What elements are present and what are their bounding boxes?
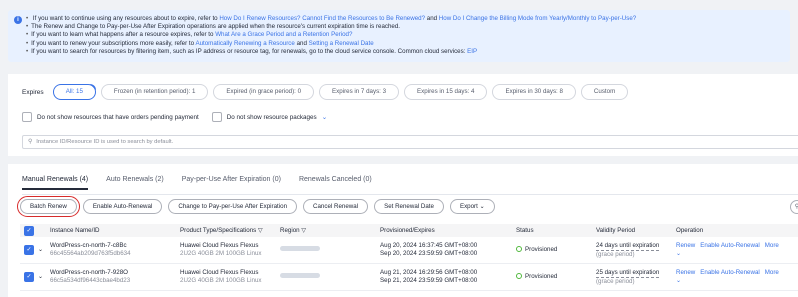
search-icon[interactable]: ⚲ xyxy=(790,200,798,214)
packages-checkbox[interactable] xyxy=(211,112,222,122)
filter-30-days[interactable]: Expires in 30 days: 8 xyxy=(492,84,576,100)
validity-period: 25 days until expiration xyxy=(596,268,660,278)
enable-auto-renewal-link[interactable]: Enable Auto-Renewal xyxy=(700,242,760,249)
tab-pay-per-use[interactable]: Pay-per-Use After Expiration (0) xyxy=(182,176,281,190)
tabs-divider xyxy=(22,194,798,195)
filter-custom[interactable]: Custom xyxy=(580,84,629,100)
change-to-pay-per-use-button[interactable]: Change to Pay-per-Use After Expiration xyxy=(168,199,298,214)
checkbox-row: Do not show resources that have orders p… xyxy=(22,112,327,122)
cannot-find-link[interactable]: Cannot Find the Resources to Be Renewed? xyxy=(302,15,425,22)
batch-renew-button[interactable]: Batch Renew xyxy=(17,196,80,217)
renewal-date-link[interactable]: Setting a Renewal Date xyxy=(309,40,374,47)
column-provisioned: Provisioned/Expires xyxy=(376,224,512,237)
notice-line-3: If you want to learn what happens after … xyxy=(26,31,636,39)
toolbar: Batch Renew Enable Auto-Renewal Change t… xyxy=(17,196,495,217)
auto-renew-link[interactable]: Automatically Renewing a Resource xyxy=(195,40,294,47)
tab-renewals-canceled[interactable]: Renewals Canceled (0) xyxy=(299,176,372,190)
expires-label: Expires xyxy=(22,88,44,96)
notice-line-1: If you want to continue using any resour… xyxy=(26,15,636,23)
row-checkbox[interactable]: ✓ xyxy=(24,272,34,282)
status-text: Provisioned xyxy=(525,246,558,253)
validity-note: (grace period) xyxy=(596,277,635,285)
grace-period-link[interactable]: What Are a Grace Period and a Retention … xyxy=(215,31,352,38)
eip-link[interactable]: EIP xyxy=(467,48,477,55)
tab-manual-renewals[interactable]: Manual Renewals (4) xyxy=(22,176,89,190)
expires-time: Sep 20, 2024 23:59:59 GMT+08:00 xyxy=(380,250,478,257)
provisioned-time: Aug 20, 2024 16:37:45 GMT+08:00 xyxy=(380,242,478,249)
expires-filter: Expires All: 15 Frozen (in retention per… xyxy=(22,84,629,100)
table-header: ✓ Instance Name/ID Product Type/Specific… xyxy=(20,224,798,237)
filter-7-days[interactable]: Expires in 7 days: 3 xyxy=(319,84,400,100)
renewals-panel: Manual Renewals (4) Auto Renewals (2) Pa… xyxy=(8,164,798,297)
chevron-down-icon[interactable]: ⌄ xyxy=(34,263,46,291)
product-type: Huawei Cloud Flexus Flexus xyxy=(180,269,259,276)
column-operation: Operation xyxy=(672,224,798,237)
provisioned-time: Aug 21, 2024 16:29:56 GMT+08:00 xyxy=(380,269,478,276)
packages-label: Do not show resource packages xyxy=(226,113,317,121)
renewals-table: ✓ Instance Name/ID Product Type/Specific… xyxy=(20,224,798,291)
enable-auto-renewal-link[interactable]: Enable Auto-Renewal xyxy=(700,269,760,276)
notice-line-4: If you want to renew your subscriptions … xyxy=(26,40,636,48)
validity-note: (grace period) xyxy=(596,250,635,258)
chevron-down-icon[interactable]: ⌄ xyxy=(322,114,327,121)
chevron-down-icon[interactable]: ⌄ xyxy=(34,237,46,264)
product-spec: 2U2G 40GB 2M 100GB Linux xyxy=(180,277,262,284)
filter-expired[interactable]: Expired (in grace period): 0 xyxy=(213,84,315,100)
instance-name: WordPress-cn-north-7-c8Bc xyxy=(50,242,127,249)
region-redacted xyxy=(280,246,320,251)
instance-id: 66c45564ab209d763f5db634 xyxy=(50,250,131,257)
notice-line-5: If you want to search for resources by f… xyxy=(26,48,636,56)
renewal-tabs: Manual Renewals (4) Auto Renewals (2) Pa… xyxy=(22,176,372,190)
enable-auto-renewal-button[interactable]: Enable Auto-Renewal xyxy=(82,199,163,214)
filter-15-days[interactable]: Expires in 15 days: 4 xyxy=(404,84,488,100)
export-button[interactable]: Export ⌄ xyxy=(449,199,495,214)
instance-id: 66c5a534df96443cbae4bd23 xyxy=(50,277,131,284)
table-row: ✓ ⌄ WordPress-cn-north-7-928O 66c5a534df9… xyxy=(20,263,798,291)
status-dot-icon xyxy=(516,246,522,253)
filter-icon[interactable]: ▽ xyxy=(301,227,306,234)
pending-label: Do not show resources that have orders p… xyxy=(37,113,199,121)
notice-lines: If you want to continue using any resour… xyxy=(26,15,636,56)
search-input[interactable]: ⚲ Instance ID/Resource ID is used to sear… xyxy=(22,135,798,149)
product-spec: 2U2G 40GB 2M 100GB Linux xyxy=(180,250,262,257)
column-status: Status xyxy=(512,224,592,237)
set-renewal-date-button[interactable]: Set Renewal Date xyxy=(374,199,444,214)
notice-line-2: The Renew and Change to Pay-per-Use Afte… xyxy=(26,23,636,31)
renew-link[interactable]: Renew xyxy=(676,242,695,249)
chevron-down-icon: ⌄ xyxy=(479,203,485,210)
renew-help-link[interactable]: How Do I Renew Resources? xyxy=(219,15,300,22)
select-all-checkbox[interactable]: ✓ xyxy=(24,225,34,236)
validity-period: 24 days until expiration xyxy=(596,241,660,251)
change-billing-link[interactable]: How Do I Change the Billing Mode from Ye… xyxy=(439,15,636,22)
filter-all[interactable]: All: 15 xyxy=(52,84,97,100)
product-type: Huawei Cloud Flexus Flexus xyxy=(180,242,259,249)
region-redacted xyxy=(280,273,320,278)
status-text: Provisioned xyxy=(525,273,558,280)
status-dot-icon xyxy=(516,273,522,280)
column-instance: Instance Name/ID xyxy=(46,224,176,237)
search-placeholder: Instance ID/Resource ID is used to searc… xyxy=(36,139,174,145)
column-region: Region ▽ xyxy=(276,224,376,237)
table-row: ✓ ⌄ WordPress-cn-north-7-c8Bc 66c45564ab2… xyxy=(20,237,798,264)
column-validity: Validity Period xyxy=(592,224,672,237)
search-icon: ⚲ xyxy=(28,139,33,145)
pending-checkbox[interactable] xyxy=(22,112,32,122)
instance-name: WordPress-cn-north-7-928O xyxy=(50,269,128,276)
filter-frozen[interactable]: Frozen (in retention period): 1 xyxy=(100,84,209,100)
filter-icon[interactable]: ▽ xyxy=(258,227,263,234)
renew-link[interactable]: Renew xyxy=(676,269,695,276)
notice-box: i If you want to continue using any reso… xyxy=(8,10,790,62)
cancel-renewal-button[interactable]: Cancel Renewal xyxy=(303,199,369,214)
info-icon: i xyxy=(14,16,22,24)
expires-time: Sep 21, 2024 23:59:59 GMT+08:00 xyxy=(380,277,478,284)
tab-auto-renewals[interactable]: Auto Renewals (2) xyxy=(106,176,164,190)
filter-panel: Expires All: 15 Frozen (in retention per… xyxy=(8,74,798,156)
column-product: Product Type/Specifications ▽ xyxy=(176,224,276,237)
row-checkbox[interactable]: ✓ xyxy=(24,245,34,255)
